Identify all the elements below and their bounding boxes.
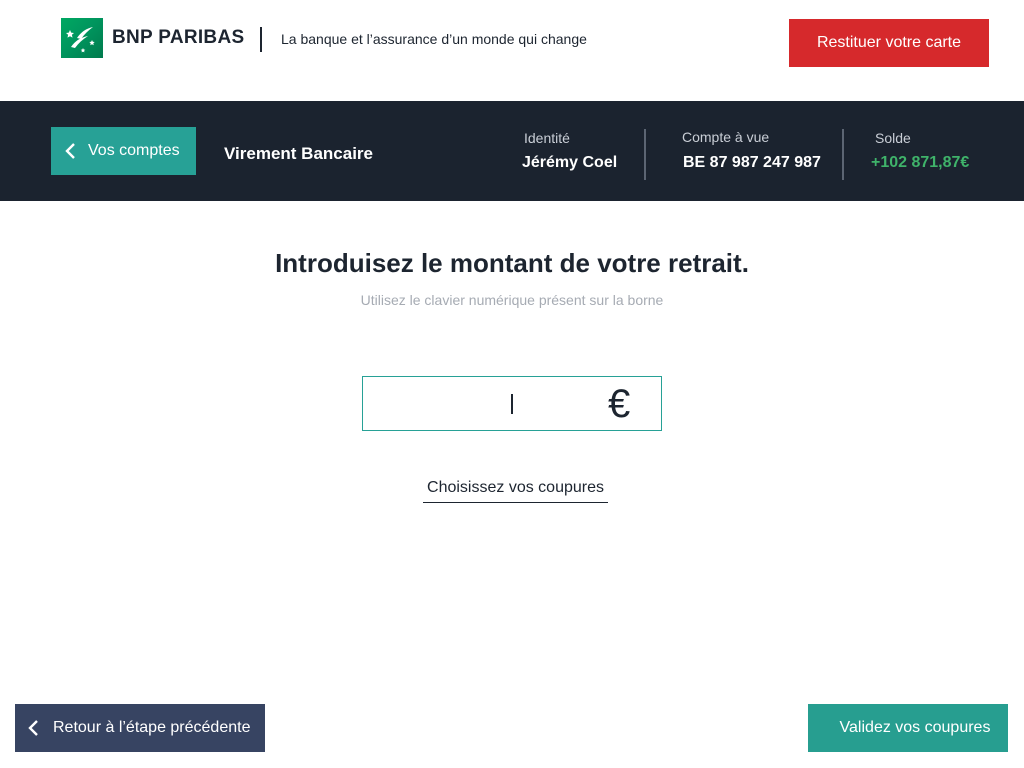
info-divider	[842, 129, 844, 180]
accounts-back-button[interactable]: Vos comptes	[51, 127, 196, 175]
identity-value: Jérémy Coel	[522, 154, 618, 171]
previous-step-button[interactable]: Retour à l’étape précédente	[15, 704, 265, 752]
euro-currency-icon: €	[608, 382, 631, 426]
balance-value: +102 871,87€	[871, 154, 970, 171]
choose-notes-link[interactable]: Choisissez vos coupures	[423, 479, 608, 503]
account-bar: Vos comptes Virement Bancaire Identité J…	[0, 101, 1024, 201]
amount-field[interactable]: €	[362, 376, 662, 431]
validate-notes-button[interactable]: Validez vos coupures	[808, 704, 1008, 752]
balance-info: Solde +102 871,87€	[871, 130, 969, 172]
previous-step-label: Retour à l’étape précédente	[53, 719, 251, 736]
account-number: BE 87 987 247 987	[683, 154, 821, 171]
identity-label: Identité	[524, 130, 570, 146]
account-info: Compte à vue BE 87 987 247 987	[682, 129, 821, 172]
page-title: Virement Bancaire	[224, 144, 373, 163]
account-label: Compte à vue	[682, 129, 770, 145]
chevron-left-icon	[27, 719, 39, 737]
form-title: Introduisez le montant de votre retrait.	[275, 248, 749, 278]
accounts-back-label: Vos comptes	[88, 142, 180, 159]
brand-tagline: La banque et l’assurance d’un monde qui …	[281, 31, 587, 47]
chevron-left-icon	[64, 142, 76, 160]
text-cursor	[511, 394, 513, 414]
bnp-paribas-logo: BNP PARIBAS	[61, 18, 244, 58]
identity-info: Identité Jérémy Coel	[522, 130, 617, 172]
form-subtitle: Utilisez le clavier numérique présent su…	[360, 292, 664, 308]
brand-header: BNP PARIBAS La banque et l’assurance d’u…	[0, 0, 1024, 101]
atm-page: BNP PARIBAS La banque et l’assurance d’u…	[0, 0, 1024, 768]
return-card-button[interactable]: Restituer votre carte	[789, 19, 989, 67]
bnp-stars-logo-icon	[61, 18, 103, 58]
amount-input[interactable]	[375, 387, 605, 420]
info-divider	[644, 129, 646, 180]
brand-divider	[260, 27, 262, 52]
balance-label: Solde	[875, 130, 911, 146]
brand-name: BNP PARIBAS	[112, 27, 245, 48]
